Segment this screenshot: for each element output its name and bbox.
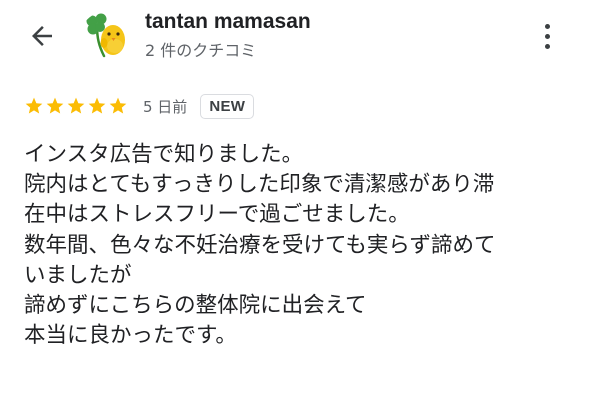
arrow-back-icon	[32, 26, 52, 46]
rating-row: 5 日前 NEW	[24, 91, 255, 121]
review-text: インスタ広告で知りました。院内はとてもすっきりした印象で清潔感があり滞 在中はスト…	[24, 140, 574, 351]
review-text-line: インスタ広告で知りました。	[24, 142, 304, 167]
more-vertical-icon-dot	[544, 43, 550, 49]
review-screen: tantan mamasan 2 件のクチコミ 5 日前 NEW インスタ広告で…	[0, 0, 591, 407]
star-icon	[67, 97, 85, 114]
review-date: 5 日前	[143, 97, 188, 116]
star-icon	[46, 97, 64, 114]
review-count[interactable]: 2 件のクチコミ	[145, 37, 256, 61]
back-button[interactable]	[20, 18, 64, 54]
new-badge: NEW	[200, 93, 255, 119]
chick-with-clover-icon	[86, 13, 125, 58]
review-text-line: 院内はとてもすっきりした印象で清潔感があり滞	[24, 172, 495, 198]
star-icon	[109, 97, 127, 114]
review-text-line: いましたが	[24, 262, 132, 288]
reviewer-header: tantan mamasan 2 件のクチコミ	[0, 0, 591, 80]
star-icon	[88, 97, 106, 114]
more-options-button[interactable]	[532, 16, 562, 56]
more-vertical-icon	[544, 23, 550, 29]
review-text-line: 在中はストレスフリーで過ごせました。	[24, 202, 410, 228]
review-text-line: 数年間、色々な不妊治療を受けても実らず諦めて	[24, 232, 496, 258]
star-icon	[25, 97, 43, 114]
review-text-line: 本当に良かったです。	[24, 323, 237, 349]
reviewer-name[interactable]: tantan mamasan	[145, 10, 311, 34]
more-vertical-icon-dot	[544, 33, 550, 39]
star-rating	[24, 96, 129, 116]
avatar[interactable]	[80, 12, 130, 62]
review-text-line: 諦めずにこちらの整体院に出会えて	[24, 293, 367, 319]
